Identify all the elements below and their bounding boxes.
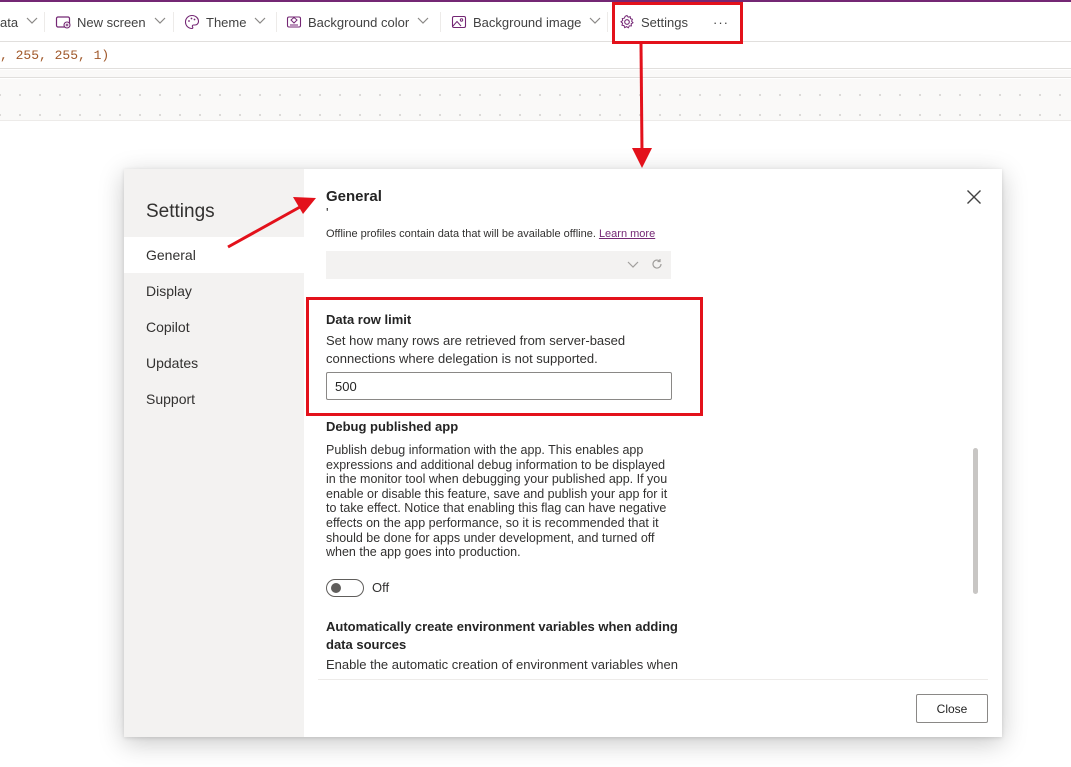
learn-more-link[interactable]: Learn more [599,228,655,240]
footer-divider [318,679,988,680]
chevron-down-icon [26,16,38,28]
section-title: General [326,188,382,205]
offline-profile-dropdown[interactable] [326,251,671,279]
theme-button[interactable]: Theme [184,2,266,42]
nav-item-label: Support [146,391,196,407]
nav-item-display[interactable]: Display [124,273,304,309]
palette-icon [184,14,200,30]
vertical-scrollbar[interactable] [973,448,978,594]
image-icon [451,14,467,30]
new-screen-label: New screen [77,14,146,30]
data-menu-label: ata [0,14,19,30]
toggle-knob [331,583,341,593]
nav-item-support[interactable]: Support [124,381,304,417]
offline-description-text: Offline profiles contain data that will … [326,228,596,240]
background-image-label: Background image [473,14,582,30]
settings-scroll-area[interactable]: ' Offline profiles contain data that wil… [304,205,984,679]
nav-item-label: Updates [146,355,199,371]
data-row-limit-callout-box [306,297,703,416]
theme-label: Theme [206,14,247,30]
chevron-down-icon [254,16,266,28]
background-image-button[interactable]: Background image [451,2,601,42]
nav-item-updates[interactable]: Updates [124,345,304,381]
chevron-down-icon [154,16,166,28]
background-color-label: Background color [308,14,410,30]
nav-item-general[interactable]: General [124,237,304,273]
debug-published-app-label: Debug published app [326,419,459,434]
chevron-down-icon [589,16,601,28]
chevron-down-icon [417,16,429,28]
formula-value: , 255, 255, 1) [0,48,110,63]
nav-item-copilot[interactable]: Copilot [124,309,304,345]
toolbar-divider [276,12,277,32]
close-button[interactable]: Close [916,694,988,723]
nav-item-label: General [146,247,196,263]
canvas-background [0,79,1071,121]
settings-nav-pane: Settings General Display Copilot Updates… [124,169,304,737]
offline-description: Offline profiles contain data that will … [326,228,655,240]
command-bar: ata New screen Theme Background color Ba… [0,2,1071,42]
settings-callout-box [612,2,743,44]
debug-published-app-description: Publish debug information with the app. … [326,443,668,560]
background-color-button[interactable]: Background color [286,2,429,42]
settings-content-pane: General ' Offline profiles contain data … [304,169,1002,737]
chevron-down-icon [627,258,639,272]
new-screen-icon [55,14,71,30]
formula-bar[interactable]: , 255, 255, 1) [0,43,1071,69]
toolbar-divider [607,12,608,32]
debug-toggle[interactable] [326,579,364,597]
toolbar-divider [44,12,45,32]
formula-bar-divider [0,70,1071,78]
env-variables-label: Automatically create environment variabl… [326,619,678,652]
nav-item-label: Copilot [146,319,190,335]
dialog-title: Settings [146,201,215,222]
toolbar-divider [173,12,174,32]
nav-item-label: Display [146,283,192,299]
refresh-icon[interactable] [651,258,663,273]
toolbar-divider [440,12,441,32]
paint-bucket-icon [286,14,302,30]
data-menu[interactable]: ata [0,2,38,42]
settings-dialog: Settings General Display Copilot Updates… [124,169,1002,737]
debug-toggle-state: Off [372,580,390,595]
close-icon[interactable] [964,187,984,207]
clipped-text: ' [326,205,329,220]
new-screen-button[interactable]: New screen [55,2,166,42]
env-variables-description: Enable the automatic creation of environ… [326,657,678,672]
